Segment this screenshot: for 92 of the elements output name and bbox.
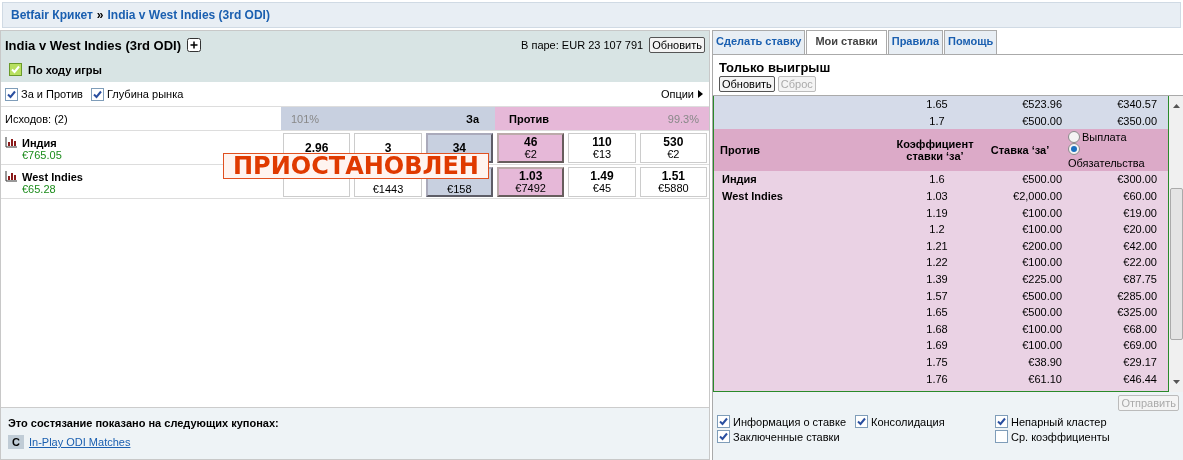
- lay-label: Против: [509, 112, 549, 125]
- panel-title: Только выигрыш: [719, 60, 831, 75]
- table-cell-text: €42.00: [1122, 239, 1157, 252]
- table-cell-text: €38.90: [1027, 356, 1062, 368]
- tab[interactable]: Мои ставки: [806, 30, 887, 54]
- table-cell-text: €300.00: [1116, 173, 1157, 186]
- radio-label: Обязательства: [1068, 157, 1145, 170]
- option-label: Консолидация: [871, 415, 945, 428]
- table-cell-text: €500.00: [1021, 289, 1062, 302]
- table-cell-text: €285.00: [1116, 289, 1157, 302]
- lay-percent: 99.3%: [667, 112, 699, 125]
- column-header: Против: [720, 144, 761, 157]
- runner-profit: €765.05: [22, 149, 62, 161]
- option-label: За и Против: [21, 88, 83, 100]
- coupon-link[interactable]: In-Play ODI Matches: [28, 436, 131, 448]
- table-cell-text: 1.22: [925, 256, 949, 269]
- table-cell-text: 1.03: [925, 190, 949, 203]
- table-cell-text: 1.21: [925, 239, 949, 252]
- table-cell-text: €20.00: [1122, 223, 1157, 236]
- table-cell-text: €69.00: [1122, 339, 1157, 352]
- table-cell-text: €87.75: [1122, 273, 1157, 286]
- table-cell-text: €500.00: [1021, 306, 1062, 319]
- table-cell-text: €500.00: [1021, 114, 1062, 127]
- table-cell-text: €200.00: [1021, 239, 1062, 252]
- price-button[interactable]: 1.03 €7492: [497, 167, 565, 197]
- column-header: Ставка ‘за’: [989, 144, 1051, 157]
- table-cell-text: 1.69: [925, 339, 949, 352]
- table-cell-text: 1.68: [925, 322, 949, 335]
- table-cell-text: 1.39: [925, 273, 949, 286]
- option-label: Ср. коэффициенты: [1011, 430, 1110, 443]
- table-cell-text: €68.00: [1122, 322, 1157, 335]
- tab[interactable]: Сделать ставку: [712, 30, 806, 54]
- back-label: За: [466, 112, 479, 125]
- refresh-button[interactable]: Обновить: [649, 37, 705, 53]
- table-cell-text: €22.00: [1122, 256, 1157, 269]
- table-cell-text: 1.19: [925, 206, 949, 219]
- price-button[interactable]: 46 €2: [497, 133, 565, 163]
- options-menu[interactable]: Опции: [660, 88, 703, 100]
- breadcrumb-link[interactable]: India v West Indies (3rd ODI): [107, 8, 270, 22]
- table-cell-text: €19.00: [1122, 206, 1157, 219]
- table-cell-text: €340.57: [1116, 98, 1157, 111]
- runner-name: West Indies: [722, 190, 784, 203]
- option-label: Заключенные ставки: [733, 430, 840, 443]
- table-cell-text: 1.65: [925, 306, 949, 319]
- coupons-heading: Это состязание показано на следующих купонах:: [8, 417, 280, 429]
- table-cell-text: €500.00: [1021, 173, 1062, 186]
- tab[interactable]: Правила: [887, 30, 944, 54]
- table-cell-text: €523.96: [1021, 98, 1062, 111]
- option-label: Информация о ставке: [733, 415, 846, 428]
- table-cell-text: €2,000.00: [1012, 190, 1062, 203]
- in-play-label: По ходу игры: [28, 63, 102, 76]
- table-cell-text: 1.75: [925, 356, 949, 368]
- table-cell-text: €100.00: [1021, 223, 1062, 236]
- table-cell-text: 1.2: [928, 223, 946, 236]
- runner-name: West Indies: [22, 171, 83, 183]
- breadcrumb-separator: »: [96, 8, 104, 22]
- table-cell-text: 1.76: [925, 372, 949, 385]
- table-cell-text: €225.00: [1021, 273, 1062, 286]
- price-button[interactable]: 110 €13: [568, 133, 636, 163]
- breadcrumb-link[interactable]: Betfair Крикет: [11, 8, 93, 22]
- back-percent: 101%: [291, 112, 320, 125]
- table-cell-text: 1.6: [928, 173, 946, 186]
- price-button[interactable]: 1.51 €5880: [639, 167, 707, 197]
- price-button[interactable]: 530 €2: [639, 133, 707, 163]
- table-cell-text: €60.00: [1122, 190, 1157, 203]
- suspended-toast: ПРИОСТАНОВЛЕН: [223, 153, 489, 179]
- table-cell-text: €46.44: [1122, 372, 1157, 385]
- table-cell-text: €325.00: [1116, 306, 1157, 319]
- table-cell-text: €29.17: [1122, 356, 1157, 368]
- price-button[interactable]: 1.49 €45: [568, 167, 636, 197]
- table-cell-text: €100.00: [1021, 206, 1062, 219]
- radio-label: Выплата: [1082, 131, 1127, 144]
- table-cell-text: €100.00: [1021, 322, 1062, 335]
- runner-profit: €65.28: [22, 183, 57, 195]
- tab[interactable]: Помощь: [944, 30, 998, 54]
- table-cell-text: €100.00: [1021, 256, 1062, 269]
- table-cell-text: 1.65: [925, 98, 949, 111]
- coupon-badge: C: [8, 435, 24, 449]
- option-label: Непарный кластер: [1011, 415, 1107, 428]
- matched-amount: В паре: EUR 23 107 791: [521, 39, 644, 51]
- runner-name: Индия: [722, 173, 758, 186]
- table-cell-text: €100.00: [1021, 339, 1062, 352]
- table-cell-text: 1.57: [925, 289, 949, 302]
- column-header: Коэффициент ставки ‘за’: [895, 138, 975, 163]
- outcomes-count: Исходов: (2): [4, 112, 69, 125]
- table-cell-text: €350.00: [1116, 114, 1157, 127]
- option-label: Глубина рынка: [106, 88, 184, 100]
- table-cell-text: 1.7: [928, 114, 946, 127]
- market-title: India v West Indies (3rd ODI): [5, 37, 181, 53]
- table-cell-text: €61.10: [1027, 372, 1062, 385]
- runner-name: Индия: [22, 137, 58, 149]
- panel-button[interactable]: Обновить: [719, 76, 775, 92]
